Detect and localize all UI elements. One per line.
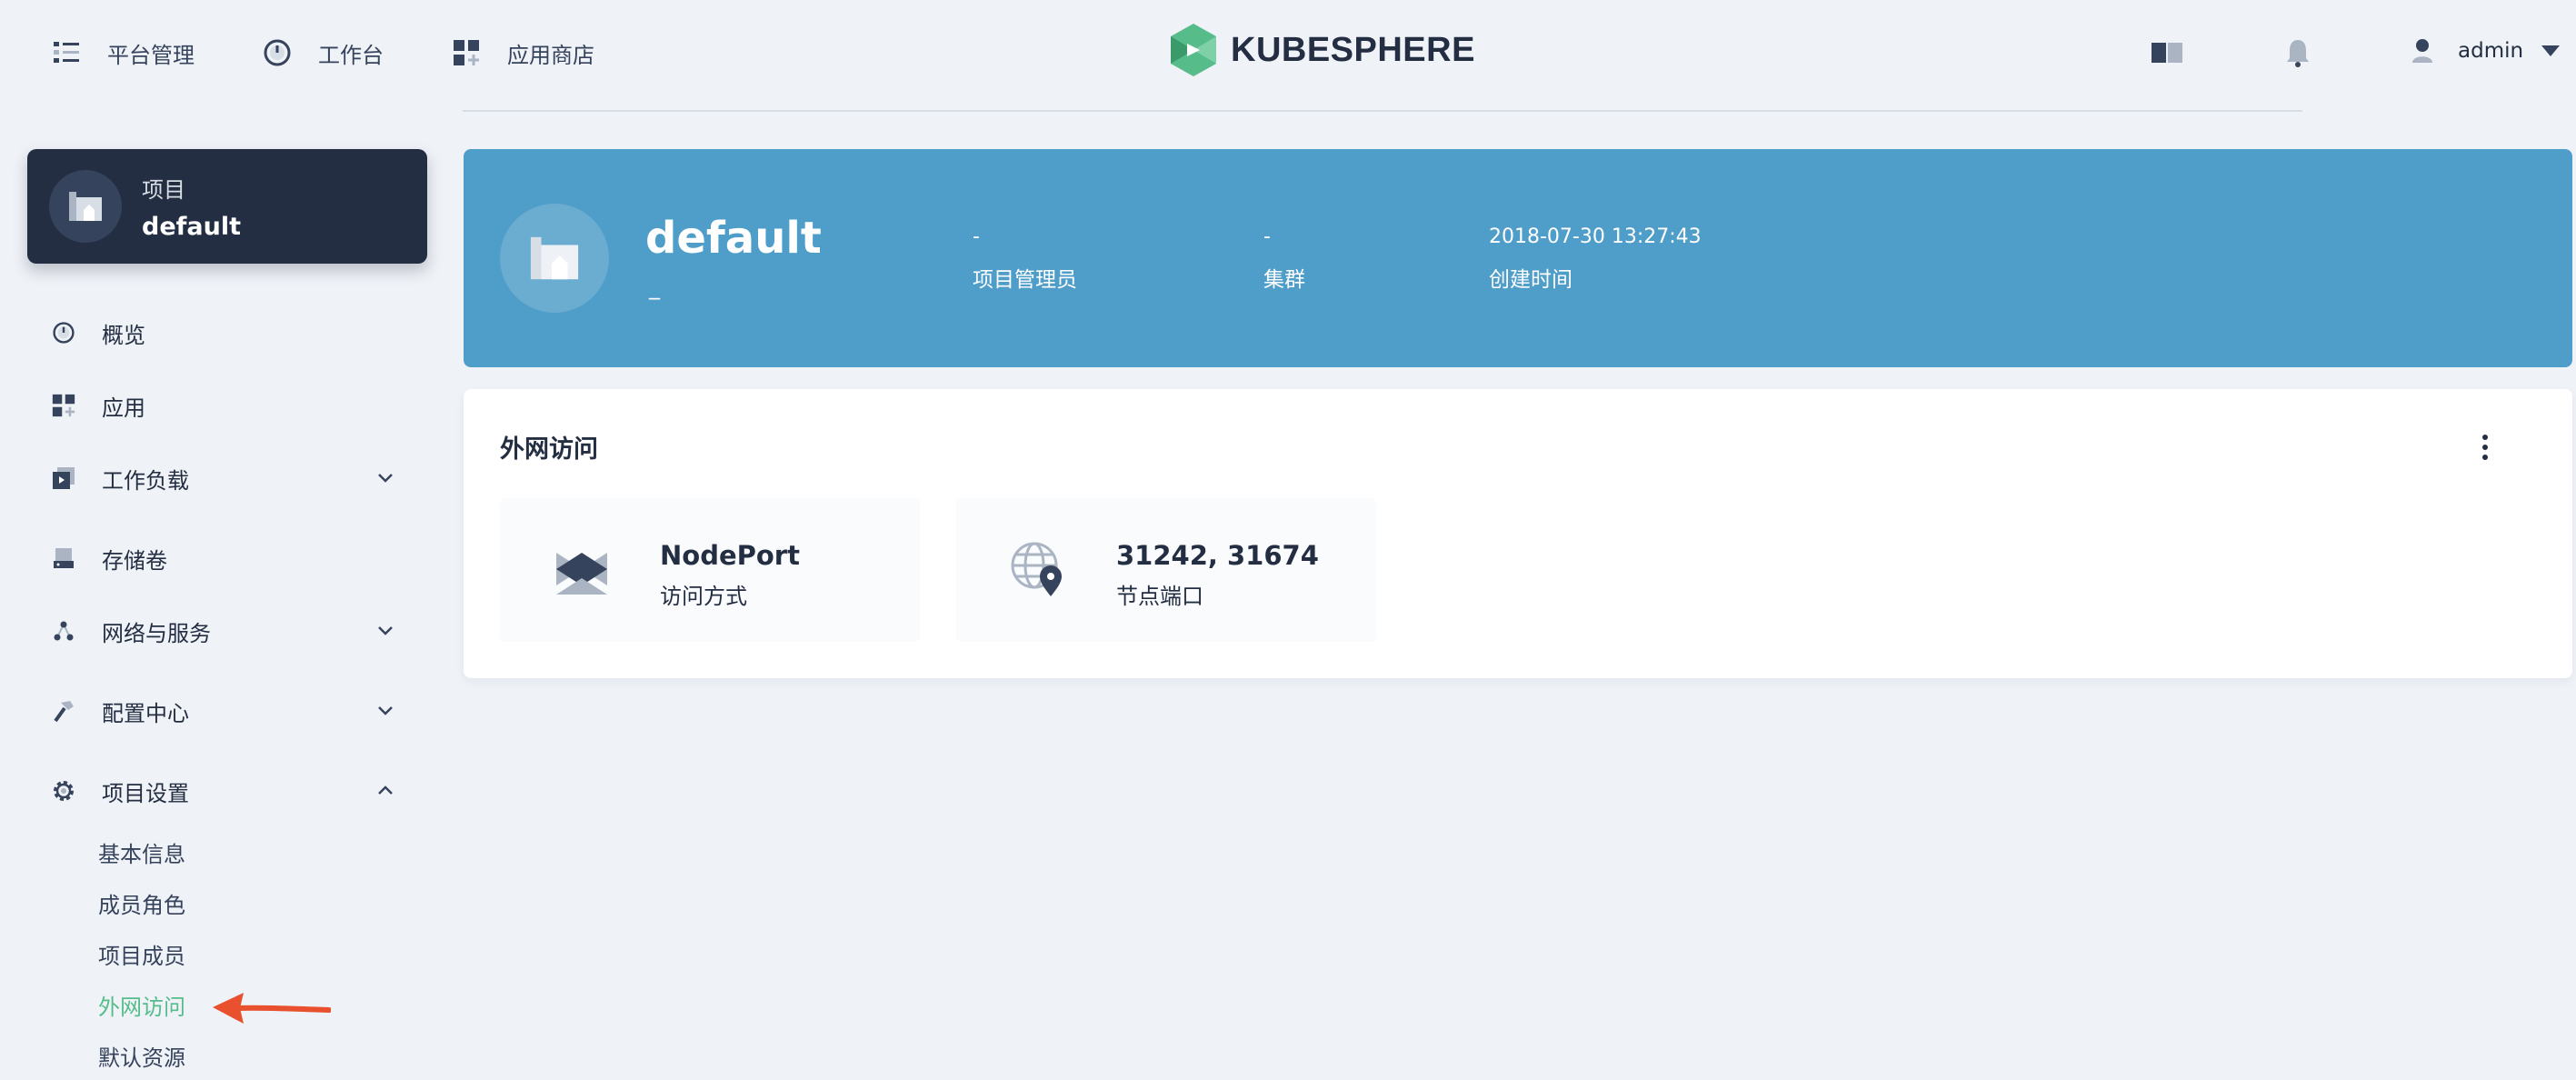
- sidebar-item-label: 概览: [102, 322, 145, 348]
- sub-item-project-members[interactable]: 项目成员: [98, 940, 185, 973]
- topbar-divider: [463, 110, 2302, 112]
- nav-workbench[interactable]: 工作台: [262, 33, 384, 73]
- nav-app-store[interactable]: 应用商店: [451, 33, 594, 73]
- project-banner: default _ - 项目管理员 - 集群 2018-07-30 13:27:…: [464, 149, 2572, 367]
- sidebar-item-label: 工作负载: [102, 467, 189, 494]
- sidebar-item-project-settings[interactable]: 项目设置: [51, 771, 396, 811]
- stat-label: 节点端口: [1116, 584, 1203, 609]
- sub-item-basic-info[interactable]: 基本信息: [98, 838, 185, 871]
- username: admin: [2458, 39, 2524, 63]
- project-description: _: [649, 275, 660, 300]
- dashboard-icon: [51, 320, 76, 345]
- sidebar-item-label: 存储卷: [102, 547, 167, 574]
- stat-value: NodePort: [660, 540, 800, 571]
- meta-cluster: - 集群: [1263, 225, 1305, 293]
- external-access-card: 外网访问 NodePort 访问方式 31242, 31674 节点端口: [464, 389, 2572, 678]
- nav-label: 工作台: [318, 42, 384, 68]
- top-navigation-bar: 平台管理 工作台 应用商店 KUBESPHERE admin: [0, 0, 2576, 109]
- meta-project-admin: - 项目管理员: [973, 225, 1077, 293]
- stat-label: 访问方式: [660, 584, 747, 609]
- user-menu[interactable]: admin: [2412, 31, 2561, 71]
- meta-label: 创建时间: [1489, 268, 1573, 292]
- nav-label: 平台管理: [107, 42, 195, 68]
- nav-label: 应用商店: [507, 42, 594, 68]
- sidebar-item-overview[interactable]: 概览: [51, 313, 396, 353]
- node-ports-box: 31242, 31674 节点端口: [956, 498, 1376, 642]
- nav-platform-management[interactable]: 平台管理: [51, 33, 195, 73]
- logo-text: KUBESPHERE: [1231, 30, 1475, 69]
- network-icon: [51, 618, 76, 644]
- meta-label: 集群: [1263, 268, 1305, 292]
- sidebar-item-label: 应用: [102, 395, 145, 421]
- meta-value: 2018-07-30 13:27:43: [1489, 225, 1702, 248]
- docs-icon[interactable]: [2149, 35, 2185, 71]
- list-icon: [51, 37, 82, 68]
- storage-icon: [51, 545, 76, 571]
- user-icon: [2412, 39, 2432, 63]
- sub-item-default-resources[interactable]: 默认资源: [98, 1042, 185, 1075]
- apps-icon: [451, 37, 482, 68]
- kubesphere-logo[interactable]: KUBESPHERE: [1167, 22, 1475, 78]
- dashboard-icon: [262, 37, 293, 68]
- apps-icon: [51, 393, 76, 418]
- chevron-down-icon: [378, 626, 393, 635]
- globe-pin-icon: [1011, 542, 1062, 596]
- meta-value: -: [973, 225, 980, 248]
- sidebar-item-workloads[interactable]: 工作负载: [51, 458, 396, 498]
- project-label: 项目: [142, 177, 185, 203]
- page-title: default: [645, 213, 822, 264]
- project-icon: [49, 170, 122, 243]
- sidebar-item-label: 配置中心: [102, 700, 189, 726]
- card-title: 外网访问: [500, 435, 598, 464]
- stat-value: 31242, 31674: [1116, 540, 1319, 571]
- sidebar-item-volumes[interactable]: 存储卷: [51, 538, 396, 578]
- workload-icon: [51, 465, 76, 491]
- sidebar-item-label: 网络与服务: [102, 620, 211, 646]
- hammer-icon: [51, 698, 76, 724]
- chevron-down-icon: [378, 474, 393, 483]
- kubesphere-logo-icon: [1171, 24, 1216, 76]
- project-icon: [500, 204, 609, 313]
- project-selector-card[interactable]: 项目 default: [27, 149, 427, 264]
- sidebar-item-label: 项目设置: [102, 780, 189, 806]
- sub-item-member-roles[interactable]: 成员角色: [98, 889, 185, 922]
- project-name: default: [142, 213, 241, 241]
- chevron-down-icon: [378, 706, 393, 715]
- annotation-arrow: [213, 993, 331, 1024]
- sidebar-item-config[interactable]: 配置中心: [51, 691, 396, 731]
- meta-created-time: 2018-07-30 13:27:43 创建时间: [1489, 225, 1702, 293]
- bell-icon[interactable]: [2280, 35, 2316, 71]
- more-options-icon[interactable]: [2476, 429, 2494, 465]
- gear-icon: [51, 778, 76, 804]
- access-method-box: NodePort 访问方式: [500, 498, 920, 642]
- meta-value: -: [1263, 225, 1271, 248]
- nodeport-icon: [556, 553, 607, 595]
- sidebar-item-apps[interactable]: 应用: [51, 385, 396, 425]
- caret-down-icon: [2541, 45, 2561, 56]
- meta-label: 项目管理员: [973, 268, 1077, 292]
- sub-item-external-access[interactable]: 外网访问: [98, 991, 185, 1024]
- chevron-up-icon: [378, 785, 393, 795]
- sidebar-item-network[interactable]: 网络与服务: [51, 611, 396, 651]
